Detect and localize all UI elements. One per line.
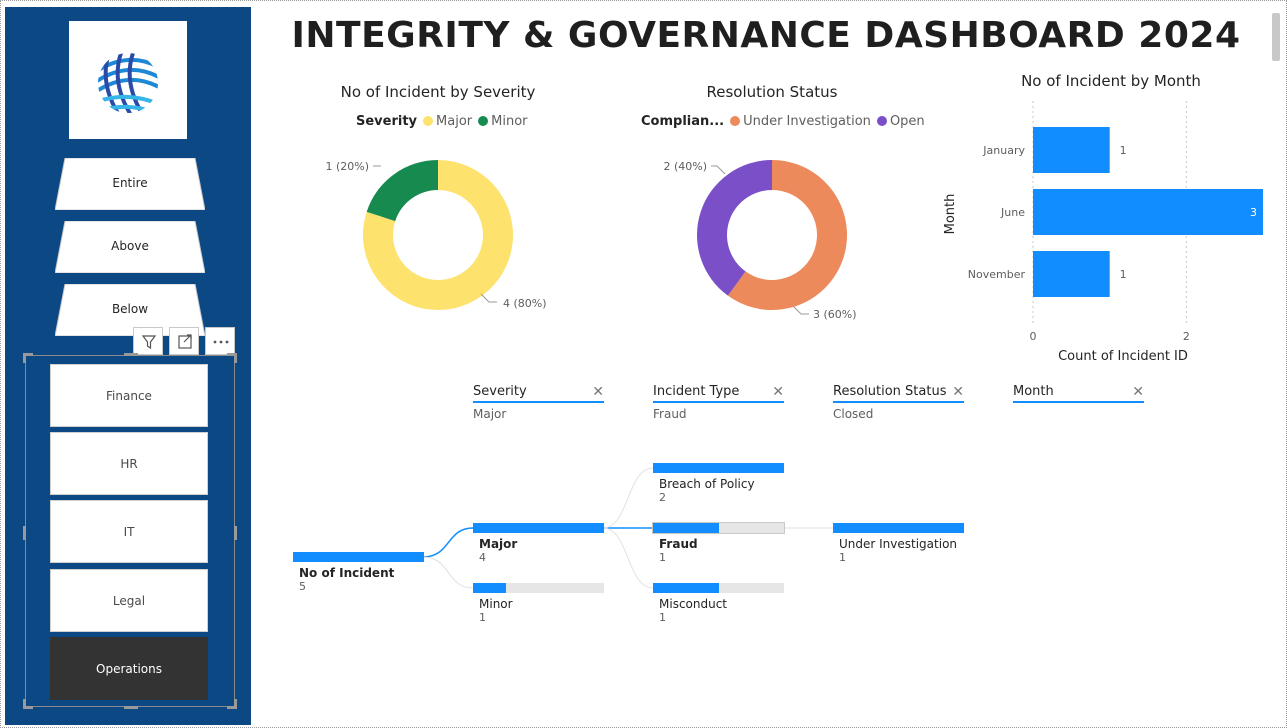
tree-link	[602, 467, 654, 529]
tree-node-misconduct[interactable]: Misconduct 1	[653, 583, 784, 624]
tree-node-value: 2	[659, 491, 666, 504]
tree-node-fraud[interactable]: Fraud 1	[652, 522, 785, 564]
tree-node-root[interactable]: No of Incident 5	[293, 552, 424, 593]
tree-link	[422, 556, 474, 589]
tree-node-label: Misconduct	[659, 597, 728, 611]
tree-node-label: Fraud	[659, 537, 698, 551]
tree-connectors	[422, 467, 833, 589]
tree-node-value: 1	[659, 611, 666, 624]
tree-node-value: 4	[479, 551, 486, 564]
report-canvas: Entire Above Below Finance HR IT Legal O…	[0, 0, 1287, 728]
tree-link	[422, 527, 474, 558]
tree-node-label: Major	[479, 537, 518, 551]
tree-node-breach-of-policy[interactable]: Breach of Policy 2	[653, 463, 784, 504]
tree-node-value: 1	[839, 551, 846, 564]
tree-node-under-investigation[interactable]: Under Investigation 1	[833, 523, 964, 564]
tree-node-minor[interactable]: Minor 1	[473, 583, 604, 624]
tree-node-value: 1	[479, 611, 486, 624]
tree-node-label: Minor	[479, 597, 513, 611]
tree-node-label: Breach of Policy	[659, 477, 755, 491]
tree-node-label: No of Incident	[299, 566, 395, 580]
tree-node-value: 5	[299, 580, 306, 593]
tree-node-label: Under Investigation	[839, 537, 958, 551]
tree-link	[602, 527, 654, 589]
tree-node-value: 1	[659, 551, 666, 564]
tree-node-major[interactable]: Major 4	[473, 523, 604, 564]
